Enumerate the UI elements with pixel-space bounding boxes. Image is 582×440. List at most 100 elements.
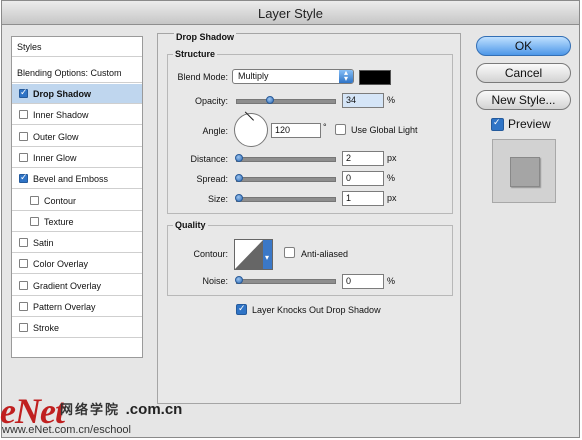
window-title: Layer Style [257, 6, 324, 21]
watermark-url: www.eNet.com.cn/eschool [2, 424, 131, 436]
spread-label: Spread: [196, 174, 228, 184]
style-checkbox[interactable] [19, 152, 28, 162]
style-item-label: Gradient Overlay [33, 280, 102, 291]
style-item-color-overlay[interactable]: Color Overlay [12, 254, 142, 275]
cancel-button[interactable]: Cancel [476, 63, 571, 83]
size-slider[interactable] [235, 194, 336, 202]
style-checkbox[interactable] [30, 195, 39, 205]
noise-label: Noise: [202, 276, 228, 286]
style-item-contour[interactable]: Contour [12, 191, 142, 211]
angle-dial[interactable] [234, 111, 268, 147]
spread-input[interactable]: 0 [342, 171, 384, 186]
opacity-slider-thumb[interactable] [266, 96, 275, 104]
style-item-label: Bevel and Emboss [33, 174, 109, 185]
opacity-label: Opacity: [194, 96, 228, 106]
distance-label: Distance: [190, 154, 228, 164]
noise-input[interactable]: 0 [342, 274, 384, 289]
use-global-light-label: Use Global Light [351, 125, 418, 135]
style-item-label: Stroke [33, 323, 60, 334]
watermark-chinese-text: 网络学院 [60, 402, 121, 417]
distance-unit: px [387, 153, 397, 163]
angle-dial-needle [244, 111, 254, 121]
svg-text:▾: ▾ [265, 253, 269, 262]
size-unit: px [387, 193, 397, 203]
use-global-light-checkbox[interactable] [335, 124, 346, 135]
chevron-updown-icon: ▴ ▾ [339, 69, 353, 83]
style-checkbox[interactable] [19, 87, 28, 98]
style-item-inner-glow[interactable]: Inner Glow [12, 148, 142, 168]
style-item-label: Pattern Overlay [33, 302, 96, 312]
distance-slider-thumb[interactable] [235, 154, 243, 162]
style-item-gradient-overlay[interactable]: Gradient Overlay [12, 276, 142, 296]
contour-label: Contour: [193, 249, 228, 259]
spread-unit: % [387, 173, 396, 183]
styles-list: Styles Blending Options: Custom Drop Sha… [11, 36, 143, 358]
angle-unit: ° [323, 122, 327, 132]
size-label: Size: [207, 194, 228, 204]
style-checkbox[interactable] [30, 216, 39, 226]
style-checkbox[interactable] [19, 172, 28, 184]
shadow-color-swatch[interactable] [359, 70, 391, 85]
size-input[interactable]: 1 [342, 191, 384, 206]
opacity-slider[interactable] [236, 96, 336, 104]
style-item-drop-shadow[interactable]: Drop Shadow [12, 84, 142, 104]
anti-aliased-label: Anti-aliased [301, 249, 349, 259]
blending-options-item[interactable]: Blending Options: Custom [12, 63, 142, 83]
angle-label: Angle: [202, 126, 228, 136]
contour-preview-icon: ▾ [235, 240, 272, 269]
watermark-domain: .com.cn [125, 401, 183, 418]
style-item-label: Inner Shadow [33, 110, 89, 121]
distance-slider[interactable] [235, 154, 336, 162]
style-item-label: Color Overlay [33, 259, 89, 270]
opacity-unit: % [387, 95, 396, 105]
watermark-chinese: 网络学院 .com.cn [60, 399, 182, 418]
distance-input[interactable]: 2 [342, 151, 384, 166]
drop-shadow-panel: Drop Shadow Structure Blend Mode: Multip… [157, 32, 461, 404]
style-item-bevel-and-emboss[interactable]: Bevel and Emboss [12, 169, 142, 190]
styles-header[interactable]: Styles [12, 37, 142, 57]
angle-input[interactable]: 120 [271, 123, 321, 138]
style-item-label: Satin [33, 238, 54, 249]
spread-slider[interactable] [235, 174, 336, 182]
style-item-label: Contour [44, 195, 77, 206]
drop-shadow-title: Drop Shadow [174, 32, 236, 42]
layer-knocks-out-label: Layer Knocks Out Drop Shadow [252, 305, 381, 315]
anti-aliased-checkbox[interactable] [284, 247, 295, 258]
style-item-stroke[interactable]: Stroke [12, 318, 142, 339]
title-bar[interactable]: Layer Style [2, 1, 579, 25]
style-checkbox[interactable] [19, 110, 28, 120]
structure-title: Structure [173, 49, 218, 59]
preview-swatch [510, 157, 540, 187]
blend-mode-value: Multiply [238, 71, 269, 81]
style-item-texture[interactable]: Texture [12, 212, 142, 232]
style-checkbox[interactable] [19, 238, 28, 248]
new-style-button[interactable]: New Style... [476, 90, 571, 110]
style-item-satin[interactable]: Satin [12, 233, 142, 254]
style-checkbox[interactable] [19, 280, 28, 290]
layer-knocks-out-checkbox[interactable] [236, 303, 247, 315]
contour-picker[interactable]: ▾ [234, 239, 273, 270]
style-item-pattern-overlay[interactable]: Pattern Overlay [12, 297, 142, 317]
ok-button[interactable]: OK [476, 36, 571, 56]
blend-mode-label: Blend Mode: [177, 72, 228, 82]
style-checkbox[interactable] [19, 323, 28, 333]
blend-mode-select[interactable]: Multiply ▴ ▾ [232, 69, 354, 84]
opacity-input[interactable]: 34 [342, 93, 384, 108]
style-item-label: Drop Shadow [33, 89, 91, 99]
style-item-outer-glow[interactable]: Outer Glow [12, 127, 142, 147]
style-preview-thumbnail [492, 139, 556, 203]
preview-label: Preview [508, 117, 551, 131]
style-item-label: Texture [44, 216, 74, 227]
size-slider-thumb[interactable] [235, 194, 243, 202]
noise-slider[interactable] [235, 276, 336, 284]
style-item-label: Inner Glow [33, 152, 77, 163]
spread-slider-thumb[interactable] [235, 174, 243, 182]
style-checkbox[interactable] [19, 131, 28, 141]
preview-checkbox[interactable] [491, 117, 504, 131]
quality-title: Quality [173, 220, 208, 230]
style-checkbox[interactable] [19, 302, 28, 311]
noise-slider-thumb[interactable] [235, 276, 243, 284]
noise-unit: % [387, 276, 396, 286]
style-checkbox[interactable] [19, 259, 28, 269]
style-item-inner-shadow[interactable]: Inner Shadow [12, 105, 142, 126]
